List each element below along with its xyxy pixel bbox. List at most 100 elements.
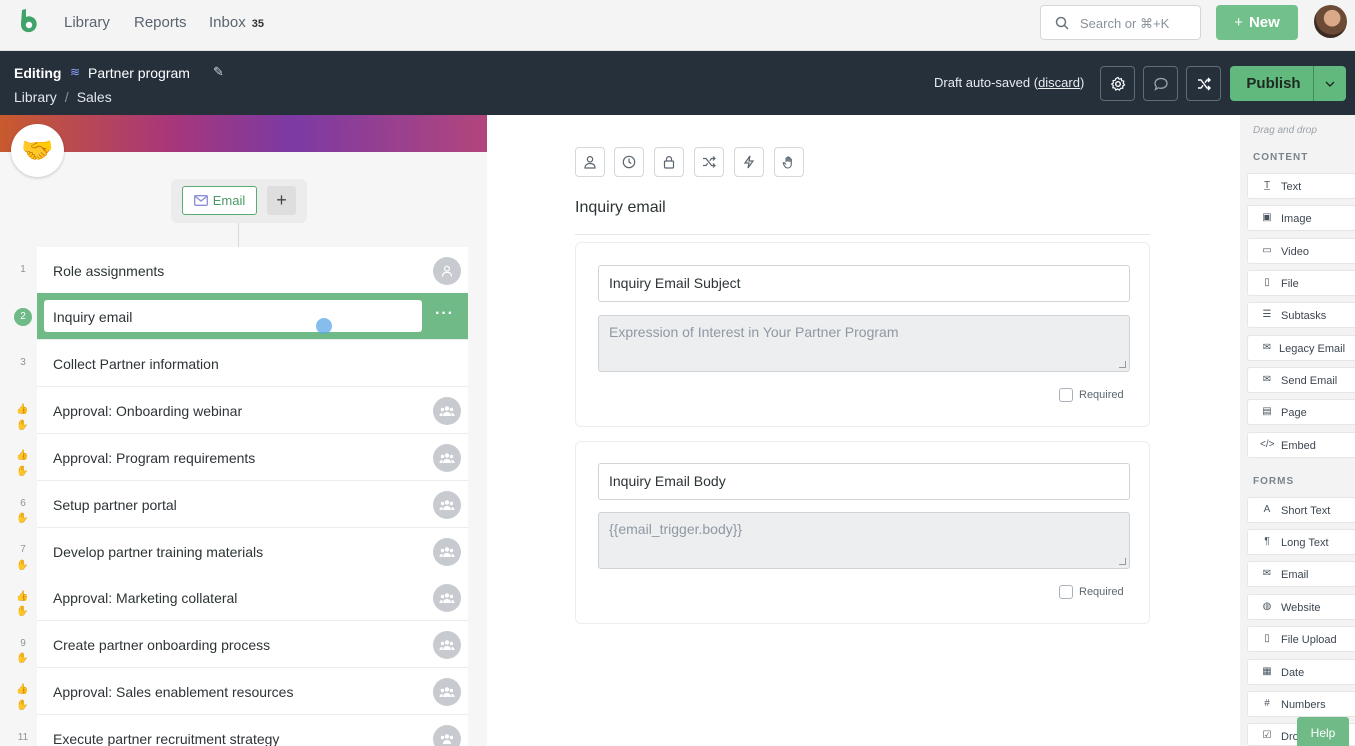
mail-icon: ✉ bbox=[1262, 342, 1272, 353]
comment-icon bbox=[1153, 77, 1168, 91]
palette-item-embed[interactable]: </> Embed bbox=[1247, 432, 1355, 458]
palette-item-long-text[interactable]: ¶ Long Text bbox=[1247, 529, 1355, 555]
palette-item-text[interactable]: T̲ Text bbox=[1247, 173, 1355, 199]
new-button[interactable]: + New bbox=[1216, 5, 1298, 40]
more-options-icon[interactable]: ··· bbox=[435, 305, 454, 323]
group-icon[interactable] bbox=[433, 725, 461, 746]
required-checkbox[interactable] bbox=[1059, 388, 1073, 402]
group-icon[interactable] bbox=[433, 631, 461, 659]
email-trigger-button[interactable]: Email bbox=[182, 186, 257, 215]
group-icon[interactable] bbox=[433, 491, 461, 519]
publish-options-button[interactable] bbox=[1313, 66, 1346, 101]
mail-icon: ✉ bbox=[1262, 568, 1272, 579]
palette-item-file[interactable]: ▯ File bbox=[1247, 270, 1355, 296]
widget-label-input[interactable]: Inquiry Email Subject bbox=[598, 265, 1130, 302]
group-icon[interactable] bbox=[433, 444, 461, 472]
resize-handle-icon[interactable] bbox=[1119, 361, 1126, 368]
conditional-logic-button[interactable] bbox=[1186, 66, 1221, 101]
task-row[interactable]: Create partner onboarding process bbox=[37, 621, 468, 668]
assign-tool-button[interactable] bbox=[575, 147, 605, 177]
breadcrumb-library[interactable]: Library bbox=[14, 89, 57, 105]
nav-reports-link[interactable]: Reports bbox=[134, 14, 187, 31]
lightning-icon bbox=[743, 155, 755, 169]
task-number: 9 bbox=[20, 638, 26, 649]
add-trigger-button[interactable]: + bbox=[267, 186, 296, 215]
edit-title-icon[interactable]: ✎ bbox=[213, 64, 224, 80]
file-icon: ▯ bbox=[1264, 277, 1270, 288]
settings-button[interactable] bbox=[1100, 66, 1135, 101]
palette-item-website[interactable]: ◍ Website bbox=[1247, 594, 1355, 620]
widget-label-input[interactable]: Inquiry Email Body bbox=[598, 463, 1130, 500]
task-row[interactable]: Develop partner training materials bbox=[37, 528, 468, 575]
palette-item-label: Email bbox=[1281, 569, 1309, 581]
discard-link[interactable]: discard bbox=[1038, 75, 1080, 90]
hand-icon bbox=[782, 156, 792, 169]
editing-bar: Editing ≋ Partner program ✎ Library / Sale… bbox=[0, 51, 1355, 115]
palette-item-file-upload[interactable]: ▯ File Upload bbox=[1247, 626, 1355, 652]
task-number: 6 bbox=[20, 498, 26, 509]
task-row[interactable]: Approval: Onboarding webinar bbox=[37, 387, 468, 434]
task-label: Execute partner recruitment strategy bbox=[53, 731, 280, 746]
permissions-tool-button[interactable] bbox=[654, 147, 684, 177]
task-row[interactable]: Approval: Sales enablement resources bbox=[37, 668, 468, 715]
widget-default-value-textarea[interactable]: {{email_trigger.body}} bbox=[598, 512, 1130, 569]
group-icon[interactable] bbox=[433, 584, 461, 612]
assignee-icon[interactable] bbox=[433, 257, 461, 285]
task-row[interactable]: Setup partner portal bbox=[37, 481, 468, 528]
widget-default-value-textarea[interactable]: Expression of Interest in Your Partner P… bbox=[598, 315, 1130, 372]
palette-item-email[interactable]: ✉ Email bbox=[1247, 561, 1355, 587]
task-row[interactable]: Execute partner recruitment strategy bbox=[37, 715, 468, 746]
app-logo-icon[interactable] bbox=[16, 8, 42, 36]
file-icon: ▯ bbox=[1264, 633, 1270, 644]
group-icon[interactable] bbox=[433, 397, 461, 425]
palette-item-short-text[interactable]: A Short Text bbox=[1247, 497, 1355, 523]
nav-inbox-link[interactable]: Inbox 35 bbox=[209, 14, 264, 31]
palette-hint: Drag and drop bbox=[1253, 125, 1317, 136]
search-input[interactable]: Search or ⌘+K bbox=[1040, 5, 1201, 40]
publish-button[interactable]: Publish bbox=[1230, 66, 1317, 101]
task-row[interactable]: Collect Partner information bbox=[37, 340, 468, 387]
due-date-tool-button[interactable] bbox=[614, 147, 644, 177]
palette-item-legacy-email[interactable]: ✉ Legacy Email bbox=[1247, 335, 1355, 361]
palette-item-video[interactable]: ▭ Video bbox=[1247, 238, 1355, 264]
palette-item-label: File bbox=[1281, 278, 1299, 290]
required-toggle[interactable]: Required bbox=[1059, 388, 1124, 402]
stop-task-tool-button[interactable] bbox=[774, 147, 804, 177]
required-checkbox[interactable] bbox=[1059, 585, 1073, 599]
palette-item-label: File Upload bbox=[1281, 634, 1337, 646]
palette-item-date[interactable]: ▦ Date bbox=[1247, 659, 1355, 685]
task-row-selected[interactable]: Inquiry email ··· bbox=[37, 293, 468, 340]
resize-handle-icon[interactable] bbox=[1119, 558, 1126, 565]
automation-tool-button[interactable] bbox=[734, 147, 764, 177]
palette-item-subtasks[interactable]: ☰ Subtasks bbox=[1247, 302, 1355, 328]
hand-icon: ✋ bbox=[16, 700, 29, 711]
group-icon[interactable] bbox=[433, 538, 461, 566]
search-placeholder: Search or ⌘+K bbox=[1080, 16, 1170, 31]
draft-status-text: Draft auto-saved bbox=[934, 75, 1031, 90]
globe-icon: ◍ bbox=[1262, 601, 1272, 612]
task-label: Setup partner portal bbox=[53, 497, 177, 513]
handshake-icon[interactable]: 🤝 bbox=[11, 124, 64, 177]
palette-item-image[interactable]: ▣ Image bbox=[1247, 205, 1355, 231]
conditional-tool-button[interactable] bbox=[694, 147, 724, 177]
nav-library-link[interactable]: Library bbox=[64, 14, 110, 31]
group-icon[interactable] bbox=[433, 678, 461, 706]
palette-item-numbers[interactable]: # Numbers bbox=[1247, 691, 1355, 717]
task-row[interactable]: Role assignments bbox=[37, 247, 468, 294]
paragraph-icon: ¶ bbox=[1264, 536, 1270, 547]
user-avatar[interactable] bbox=[1314, 5, 1347, 38]
thumbs-up-icon: 👍 bbox=[16, 684, 29, 695]
required-toggle[interactable]: Required bbox=[1059, 585, 1124, 599]
task-row[interactable]: Approval: Program requirements bbox=[37, 434, 468, 481]
task-label: Approval: Onboarding webinar bbox=[53, 403, 243, 419]
palette-item-page[interactable]: ▤ Page bbox=[1247, 399, 1355, 425]
breadcrumb-sales[interactable]: Sales bbox=[77, 89, 112, 105]
help-button[interactable]: Help bbox=[1297, 717, 1349, 746]
task-row[interactable]: Approval: Marketing collateral bbox=[37, 574, 468, 621]
hand-icon: ✋ bbox=[16, 420, 29, 431]
palette-item-label: Text bbox=[1281, 181, 1302, 193]
comments-button[interactable] bbox=[1143, 66, 1178, 101]
hand-icon: ✋ bbox=[16, 466, 29, 477]
palette-item-send-email[interactable]: ✉ Send Email bbox=[1247, 367, 1355, 393]
code-icon: </> bbox=[1260, 439, 1275, 450]
